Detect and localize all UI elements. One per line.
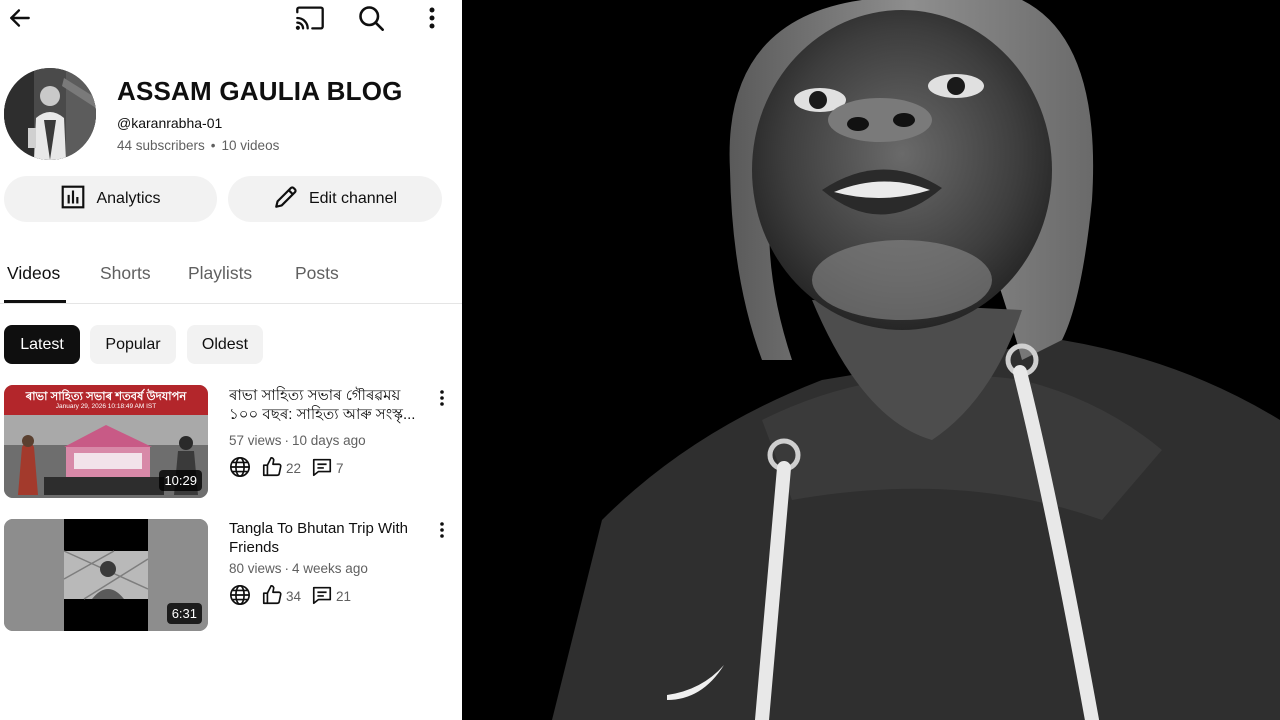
dot-separator: · [284, 561, 290, 576]
channel-avatar[interactable] [4, 68, 96, 160]
visibility-public [229, 456, 251, 481]
like-count: 34 [286, 589, 302, 604]
more-vertical-icon [440, 522, 444, 538]
person-video-frame [462, 0, 1280, 720]
tab-divider [0, 303, 462, 304]
tab-playlists[interactable]: Playlists [188, 263, 252, 284]
upload-age: 4 weeks ago [292, 561, 368, 576]
globe-icon [229, 456, 251, 481]
search-button[interactable] [352, 2, 390, 34]
camera-feed [462, 0, 1280, 720]
dot-separator: • [210, 138, 216, 153]
comment-count: 7 [336, 461, 344, 476]
video-duration: 10:29 [159, 470, 202, 491]
subscriber-count: 44 subscribers [117, 138, 205, 153]
cast-icon [295, 5, 325, 31]
search-icon [357, 4, 385, 32]
back-button[interactable] [2, 2, 38, 34]
more-button[interactable] [418, 2, 446, 34]
tab-videos[interactable]: Videos [7, 263, 60, 284]
video-meta: 57 views · 10 days ago [229, 433, 366, 448]
visibility-public [229, 584, 251, 609]
comment-stat: 21 [311, 584, 351, 609]
comment-count: 21 [336, 589, 352, 604]
view-count: 80 views [229, 561, 282, 576]
channel-stats: 44 subscribers • 10 videos [117, 138, 279, 153]
video-count: 10 videos [221, 138, 280, 153]
thumbs-up-icon [261, 456, 283, 481]
channel-title: ASSAM GAULIA BLOG [117, 76, 403, 106]
video-meta: 80 views · 4 weeks ago [229, 561, 368, 576]
like-count: 22 [286, 461, 302, 476]
thumbs-up-icon [261, 584, 283, 609]
like-stat: 22 [261, 456, 301, 481]
video-stats: 34 21 [229, 584, 361, 609]
view-count: 57 views [229, 433, 282, 448]
arrow-left-icon [7, 5, 33, 31]
upload-age: 10 days ago [292, 433, 366, 448]
pencil-icon [273, 184, 299, 215]
more-vertical-icon [440, 390, 444, 406]
video-title[interactable]: ৰাভা সাহিত্য সভাৰ গৌৰৱময় ১০০ বছৰ: সাহিত… [229, 386, 429, 424]
video-stats: 22 7 [229, 456, 354, 481]
dot-separator: · [284, 433, 290, 448]
video-thumbnail[interactable]: ৰাভা সাহিত্য সভাৰ শতবৰ্ষ উদযাপন January … [4, 385, 208, 498]
video-title[interactable]: Tangla To Bhutan Trip With Friends [229, 519, 429, 557]
comment-icon [311, 584, 333, 609]
tab-posts[interactable]: Posts [295, 263, 339, 284]
edit-channel-label: Edit channel [308, 190, 398, 207]
video-thumbnail[interactable]: 6:31 [4, 519, 208, 631]
analytics-label: Analytics [96, 190, 161, 207]
tab-shorts[interactable]: Shorts [100, 263, 151, 284]
globe-icon [229, 584, 251, 609]
video-more-button[interactable] [434, 387, 450, 409]
analytics-icon [60, 184, 86, 215]
thumbnail-date-text: January 29, 2026 10:18:49 AM IST [55, 403, 157, 410]
channel-handle: @karanrabha-01 [117, 115, 223, 131]
more-vertical-icon [429, 6, 435, 30]
filter-popular[interactable]: Popular [90, 325, 176, 364]
video-duration: 6:31 [166, 603, 202, 624]
analytics-button[interactable]: Analytics [4, 176, 217, 222]
video-more-button[interactable] [434, 519, 450, 541]
comment-stat: 7 [311, 456, 344, 481]
filter-latest[interactable]: Latest [4, 325, 80, 364]
channel-panel: ASSAM GAULIA BLOG @karanrabha-01 44 subs… [0, 0, 462, 720]
cast-button[interactable] [290, 2, 330, 34]
comment-icon [311, 456, 333, 481]
filter-oldest[interactable]: Oldest [187, 325, 263, 364]
edit-channel-button[interactable]: Edit channel [228, 176, 442, 222]
like-stat: 34 [261, 584, 301, 609]
